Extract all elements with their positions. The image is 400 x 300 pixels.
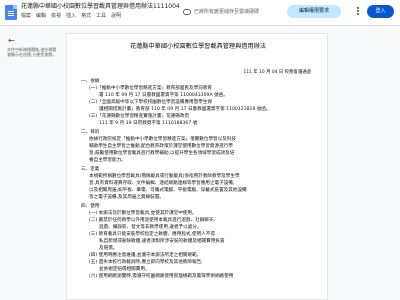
section-heading: 四、使用: [81, 204, 101, 209]
paragraph-line: (一)「推動中小學數位學習精進方案」教育部國民及學前教育 [89, 86, 213, 91]
sign-in-button[interactable]: 登入 [367, 5, 394, 18]
save-status-text: 已將所有變更儲存至雲端硬碟 [194, 9, 260, 15]
paragraph-line: 護相關措施計畫」教育部 110 年 09 月 17 日臺教國署資字第 11001… [99, 107, 271, 112]
outline-hint: 文件中新增標題後,這些標題會顯示在這裡,方便您查閱。 [7, 47, 57, 57]
paragraph-line: 私自新增或刪除軟體,違者須對所涉安裝的軟體及相關費用負責 [99, 239, 225, 244]
paragraph-line: (二)「全國高級中等以下學校校園數位學習設備應用暨學生保 [89, 100, 213, 105]
page-title: 花蓮縣中華國小校園數位學習載具管理與借用辦法 [129, 43, 267, 50]
menu-edit[interactable]: 編輯 [36, 13, 46, 20]
paragraph-line: 輔助學生自主學習之推動,配合教育政策於課堂使用數位學習資源進行學 [89, 144, 233, 149]
approval-date: 111 年 10 月 04 日 校務會議通過 [243, 70, 311, 75]
menu-file[interactable]: 檔案 [21, 13, 31, 20]
paragraph-line: (五) 遺失本校行政載具時,應立即向學校及其他教師報告, [89, 260, 203, 265]
section-heading: 一、依據 [81, 79, 100, 84]
paragraph-line: (一) 本辦法旨於數位學習載具,並使其於課堂中使用。 [89, 211, 197, 216]
cloud-icon [183, 8, 191, 15]
paragraph-line: 養自主學習能力。 [89, 158, 126, 163]
paragraph-line: 署 110 年 09 月 17 日臺教國署資字第 1100043309A 號函。 [99, 93, 228, 98]
top-bar: 花蓮縣中華國小校園數位學習載具管理與借用辦法1111004 檔案 編輯 檢視 插… [0, 0, 400, 26]
menu-view[interactable]: 檢視 [51, 13, 61, 20]
menu-help[interactable]: 說明 [111, 13, 121, 20]
paragraph-line: (六) 使用網路瀏覽時,需遵守校園網路使用管理規範及臺灣學術網路使用 [89, 274, 234, 279]
more-options-icon[interactable] [355, 6, 361, 18]
back-arrow-icon[interactable]: ← [8, 37, 15, 45]
section-heading: 三、定義 [81, 167, 100, 172]
paragraph-line: 本規範所稱數位學習載具(簡稱載具或行動載具)係指用於教師教學及學生學 [89, 174, 240, 179]
paragraph-line: 111 年 9 月 19 日府教資字第 1110188367 號 [99, 121, 198, 126]
section-heading: 二、目的 [81, 130, 100, 135]
paragraph-line: 並依規定賠償相關費用。 [99, 267, 150, 272]
menu-bar: 檔案 編輯 檢視 插入 格式 工具 說明 [21, 13, 121, 20]
paragraph-line: (三)「花蓮縣數位學習精進實施計畫」花蓮縣政府 [89, 114, 190, 119]
paragraph-line: 習,鼓勵使用數位學習載具進行教學輔助,以提升學生各領域學習成效及培 [89, 151, 235, 156]
document-page[interactable]: 花蓮縣中華國小校園數位學習載具管理與借用辦法 111 年 10 月 04 日 校… [66, 33, 328, 300]
paragraph-line: 等之電子設備,及其周邊之無線裝置。 [89, 195, 164, 200]
paragraph-line: 遊戲、攝錄影、發文等非教學使用,違者予以處分。 [99, 225, 202, 230]
paragraph-line: (二) 嚴禁於任何教學以外用途使用本載具進行遊戲、社群聊天、 [89, 218, 219, 223]
save-status: 已將所有變更儲存至雲端硬碟 [183, 8, 259, 15]
menu-tools[interactable]: 工具 [96, 13, 106, 20]
request-edit-access-button[interactable]: 編輯權限要求 [287, 5, 341, 18]
google-docs-icon[interactable] [5, 5, 17, 20]
document-title[interactable]: 花蓮縣中華國小校園數位學習載具管理與借用辦法1111004 [21, 3, 180, 11]
paragraph-line: (三) 教育載具只能安裝學校指定之軟體、應用程式,使用人不得 [89, 232, 215, 237]
paragraph-line: 及賠償。 [99, 246, 118, 251]
paragraph-line: 習,具有資料運算存取、文件編輯、連結網路連線等學習應用之電子設備, [89, 181, 235, 186]
paragraph-line: 以及相關周邊,如平板、筆電、可攜式電腦、平板電腦、穿戴式裝置及其他設備 [89, 188, 247, 193]
menu-insert[interactable]: 插入 [66, 13, 76, 20]
paragraph-line: 依據行政院核定「推動中小學數位學習精進方案」落實數位學習以及科技 [89, 137, 237, 142]
outline-sidebar: ← 文件中新增標題後,這些標題會顯示在這裡,方便您查閱。 [0, 27, 60, 300]
paragraph-line: (四) 使用時應注意維護,並遵守本辦法所定之相關規範。 [89, 253, 202, 258]
menu-format[interactable]: 格式 [81, 13, 91, 20]
